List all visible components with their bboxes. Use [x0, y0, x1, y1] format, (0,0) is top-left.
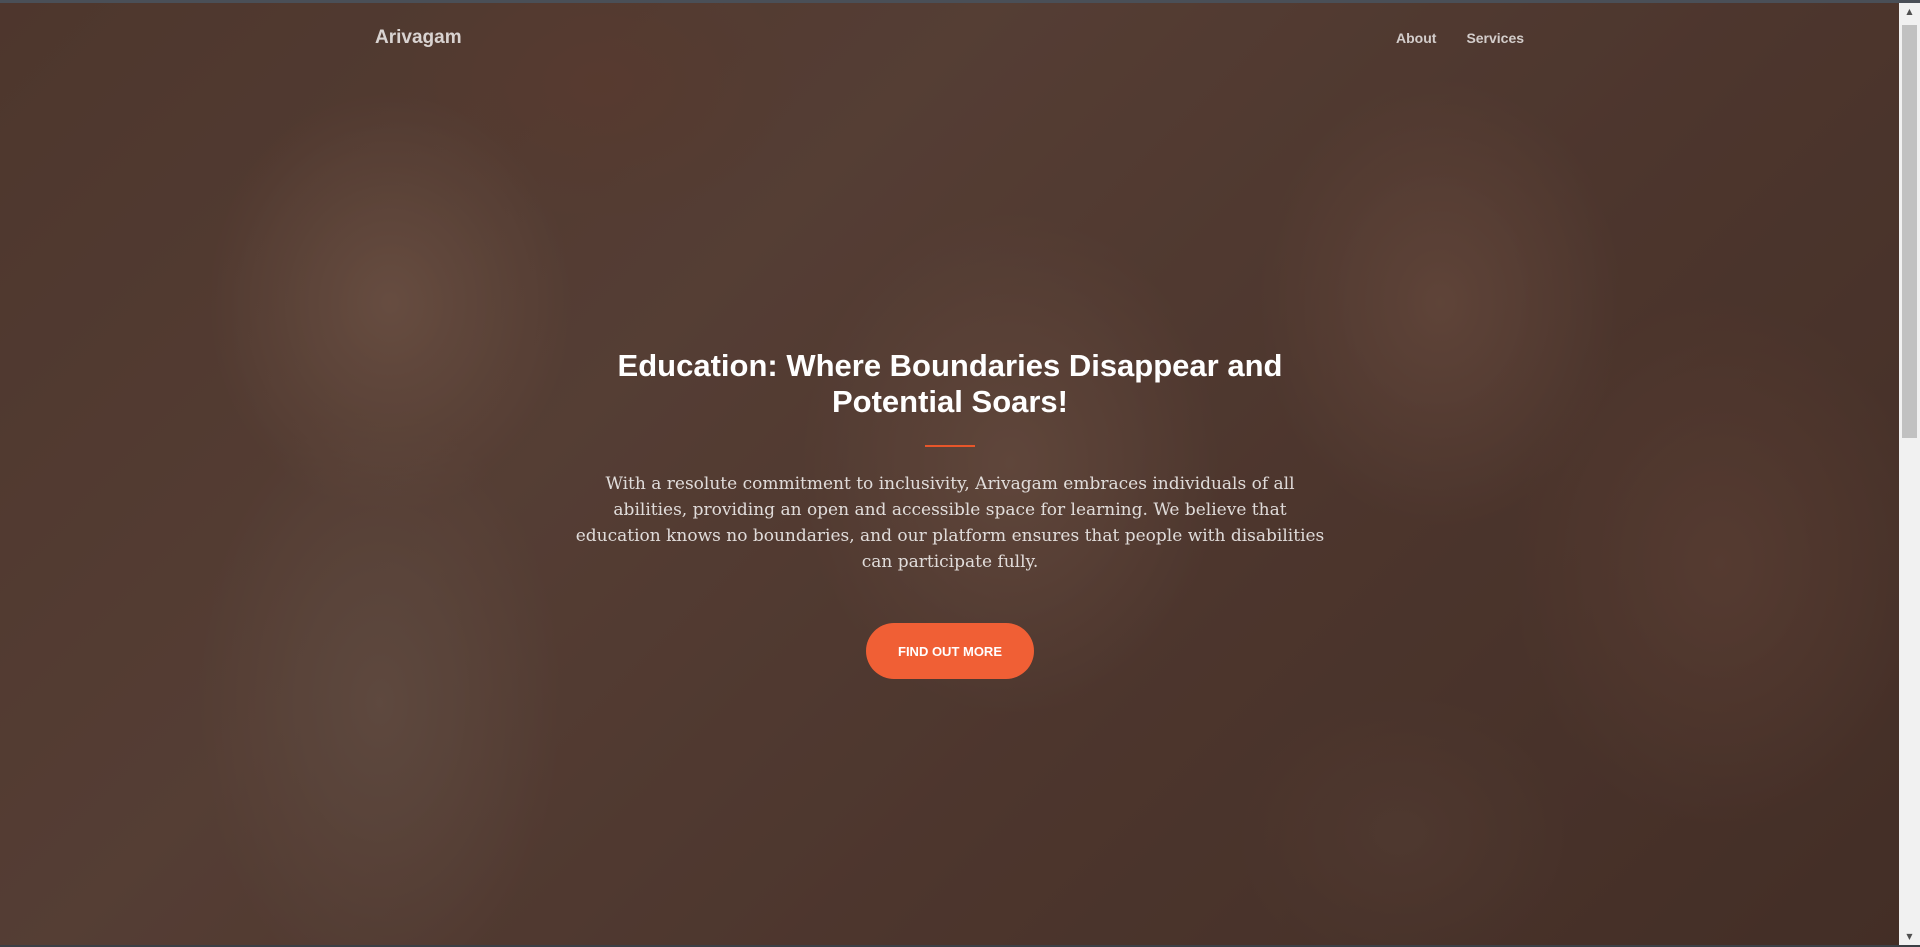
vertical-scrollbar[interactable]: ▲ ▼	[1899, 3, 1920, 945]
hero-description: With a resolute commitment to inclusivit…	[575, 474, 1325, 572]
navbar: Arivagam About Services	[0, 3, 1899, 73]
title-divider	[925, 445, 975, 447]
triangle-down-icon[interactable]: ▼	[1899, 928, 1920, 945]
brand-link[interactable]: Arivagam	[375, 27, 462, 49]
nav-link-about[interactable]: About	[1396, 30, 1436, 46]
nav-link-services[interactable]: Services	[1466, 30, 1524, 46]
triangle-up-icon[interactable]: ▲	[1899, 3, 1920, 20]
find-out-more-button[interactable]: Find Out More	[866, 623, 1034, 679]
scrollbar-thumb[interactable]	[1902, 25, 1917, 438]
hero-title: Education: Where Boundaries Disappear an…	[617, 348, 1283, 419]
hero-content: Education: Where Boundaries Disappear an…	[570, 348, 1330, 679]
hero-section: Arivagam About Services Education: Where…	[0, 3, 1899, 945]
nav-links: About Services	[1396, 30, 1524, 46]
